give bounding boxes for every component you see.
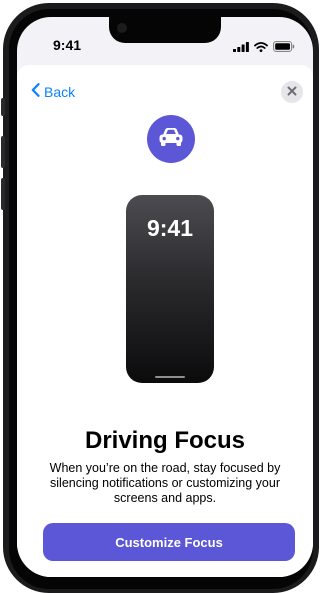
volume-down-button bbox=[1, 178, 5, 210]
front-camera bbox=[117, 23, 127, 33]
status-time: 9:41 bbox=[53, 37, 82, 53]
focus-sheet: Back 9:41 Driving Focus When you’re on t… bbox=[17, 65, 313, 577]
car-icon bbox=[157, 126, 185, 153]
back-label: Back bbox=[44, 83, 76, 100]
home-indicator bbox=[155, 376, 185, 378]
volume-up-button bbox=[1, 136, 5, 168]
close-button[interactable] bbox=[281, 81, 303, 103]
page-description: When you’re on the road, stay focused by… bbox=[49, 461, 281, 505]
customize-focus-button[interactable]: Customize Focus bbox=[43, 523, 295, 561]
chevron-left-icon bbox=[31, 83, 40, 100]
status-icons bbox=[233, 39, 295, 57]
mute-switch bbox=[1, 98, 5, 116]
wifi-icon bbox=[254, 39, 268, 57]
close-icon bbox=[287, 83, 297, 101]
battery-icon bbox=[273, 39, 295, 57]
cellular-signal-icon bbox=[233, 39, 249, 57]
page-title: Driving Focus bbox=[84, 427, 246, 454]
notch bbox=[109, 17, 221, 43]
back-button[interactable]: Back bbox=[31, 83, 75, 100]
preview-time: 9:41 bbox=[146, 215, 194, 241]
screen: 9:41 Back 9:41 Driving Focus When you’re… bbox=[17, 17, 313, 577]
lock-screen-preview: 9:41 bbox=[126, 195, 214, 383]
driving-focus-badge bbox=[147, 115, 195, 163]
